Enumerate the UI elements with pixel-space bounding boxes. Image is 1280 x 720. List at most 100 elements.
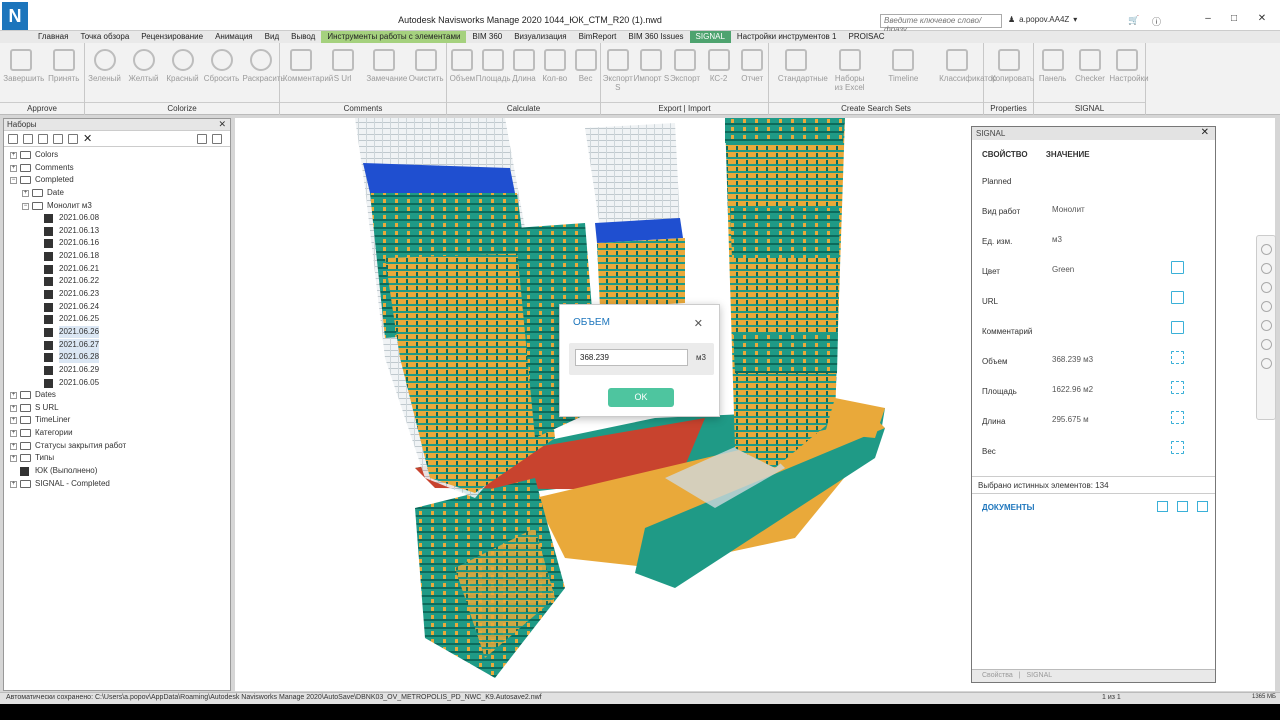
tree-item[interactable]: ЮК (Выполнено) [4, 465, 230, 478]
look-icon[interactable] [1260, 320, 1272, 331]
expand-icon[interactable]: + [10, 404, 17, 412]
tab-9[interactable]: BimReport [573, 31, 623, 43]
collapse-icon[interactable]: − [22, 202, 29, 210]
close-window-button[interactable]: ✕ [1252, 13, 1272, 24]
tree-item[interactable]: 2021.06.08 [4, 212, 230, 225]
ribbon-button-1-0[interactable]: Зеленый [87, 49, 123, 83]
zoom-icon[interactable] [1260, 282, 1272, 293]
tree-item[interactable]: 2021.06.27 [4, 338, 230, 352]
edit-icon[interactable] [1171, 291, 1184, 304]
add-comment-icon[interactable] [68, 133, 78, 144]
tab-7[interactable]: BIM 360 [466, 31, 508, 43]
orbit-icon[interactable] [1260, 301, 1272, 312]
ribbon-button-4-2[interactable]: Экспорт [667, 49, 703, 83]
ribbon-button-1-1[interactable]: Желтый [126, 49, 162, 83]
dialog-close-button[interactable]: ✕ [694, 317, 703, 330]
tree-item[interactable]: 2021.06.23 [4, 288, 230, 301]
ribbon-button-7-2[interactable]: Настройки [1109, 49, 1149, 83]
ribbon-button-3-4[interactable]: Вес [568, 49, 604, 83]
expand-icon[interactable]: + [22, 189, 29, 197]
expand-icon[interactable]: + [10, 442, 17, 450]
import-export-icon[interactable] [212, 133, 223, 144]
open-document-icon[interactable] [1197, 501, 1208, 512]
cart-icon[interactable]: 🛒 [1128, 15, 1139, 26]
ribbon-button-2-0[interactable]: Комментарий [283, 49, 333, 83]
edit-icon[interactable] [1171, 321, 1184, 334]
delete-icon[interactable]: ✕ [83, 133, 92, 144]
maximize-button[interactable]: □ [1224, 13, 1244, 24]
ribbon-button-5-3[interactable]: Классификатор [939, 49, 997, 83]
calculate-icon[interactable] [1171, 411, 1184, 424]
ribbon-button-2-3[interactable]: Очистить [408, 49, 444, 83]
expand-icon[interactable]: + [10, 152, 17, 159]
ribbon-button-0-0[interactable]: Завершить [3, 49, 44, 83]
add-document-icon[interactable] [1157, 501, 1168, 512]
tab-3[interactable]: Анимация [209, 31, 259, 43]
ribbon-button-1-2[interactable]: Красный [165, 49, 201, 83]
tab-13[interactable]: PROISAC [842, 31, 890, 43]
ribbon-button-4-4[interactable]: Отчет [734, 49, 770, 83]
ok-button[interactable]: OK [608, 388, 674, 407]
tree-item[interactable]: + Типы [4, 452, 230, 465]
minimize-button[interactable]: – [1198, 13, 1218, 24]
tab-4[interactable]: Вид [259, 31, 285, 43]
walk-icon[interactable] [1260, 339, 1272, 350]
ribbon-button-2-1[interactable]: S Url [325, 49, 361, 83]
pan-icon[interactable] [1260, 263, 1272, 274]
tree-item[interactable]: + SIGNAL - Completed [4, 478, 230, 491]
tab-1[interactable]: Точка обзора [74, 31, 135, 43]
calculate-icon[interactable] [1171, 441, 1184, 454]
tree-item[interactable]: 2021.06.21 [4, 263, 230, 276]
ribbon-button-4-3[interactable]: КС-2 [701, 49, 737, 83]
ribbon-button-7-1[interactable]: Checker [1072, 49, 1108, 83]
expand-icon[interactable]: + [10, 480, 17, 488]
tree-item[interactable]: − Монолит м3 [4, 200, 230, 213]
select-icon[interactable] [1260, 358, 1272, 369]
ribbon-button-1-3[interactable]: Сбросить [204, 49, 240, 83]
expand-icon[interactable]: + [10, 164, 17, 172]
tab-10[interactable]: BIM 360 Issues [622, 31, 689, 43]
tab-5[interactable]: Вывод [285, 31, 321, 43]
tree-item[interactable]: − Completed [4, 174, 230, 187]
tree-item[interactable]: 2021.06.05 [4, 377, 230, 390]
expand-icon[interactable]: + [10, 392, 17, 400]
help-icon[interactable]: ⓘ [1152, 15, 1161, 28]
expand-icon[interactable]: + [10, 430, 17, 438]
collapse-icon[interactable]: − [10, 177, 17, 185]
tree-item[interactable]: + TimeLiner [4, 414, 230, 427]
duplicate-icon[interactable] [53, 133, 63, 144]
tree-item[interactable]: + Статусы закрытия работ [4, 440, 230, 453]
tree-item[interactable]: 2021.06.13 [4, 225, 230, 238]
tree-item[interactable]: 2021.06.29 [4, 364, 230, 377]
calculate-icon[interactable] [1171, 381, 1184, 394]
tree-item[interactable]: 2021.06.18 [4, 250, 230, 263]
edit-icon[interactable] [1171, 261, 1184, 274]
tree-item[interactable]: 2021.06.28 [4, 351, 230, 364]
ribbon-button-4-0[interactable]: Экспорт S [600, 49, 636, 92]
expand-icon[interactable]: + [10, 455, 17, 463]
tab-0[interactable]: Главная [32, 31, 74, 43]
save-search-icon[interactable] [23, 133, 33, 144]
ribbon-button-5-1[interactable]: Наборы из Excel [832, 49, 868, 92]
ribbon-button-5-0[interactable]: Стандартные [778, 49, 828, 83]
link-document-icon[interactable] [1177, 501, 1188, 512]
tree-item[interactable]: + Dates [4, 389, 230, 402]
ribbon-button-0-1[interactable]: Принять [46, 49, 82, 83]
tree-item[interactable]: + S URL [4, 402, 230, 415]
ribbon-button-5-2[interactable]: Timeline [885, 49, 921, 83]
new-folder-icon[interactable] [38, 133, 48, 144]
ribbon-button-6-0[interactable]: Копировать [991, 49, 1034, 83]
tab-6[interactable]: Инструменты работы с элементами [321, 31, 467, 43]
tab-signal[interactable]: SIGNAL [1026, 672, 1052, 679]
tree-item[interactable]: + Colors [4, 149, 230, 162]
volume-value-field[interactable]: 368.239 [575, 349, 688, 366]
ribbon-button-7-0[interactable]: Панель [1035, 49, 1071, 83]
close-icon[interactable]: ✕ [218, 119, 226, 130]
expand-icon[interactable]: + [10, 417, 17, 425]
save-selection-icon[interactable] [8, 133, 18, 144]
steering-wheel-icon[interactable] [1260, 244, 1272, 255]
tab-8[interactable]: Визуализация [508, 31, 572, 43]
sort-icon[interactable] [197, 133, 208, 144]
tree-item[interactable]: 2021.06.26 [4, 325, 230, 339]
tab-12[interactable]: Настройки инструментов 1 [731, 31, 843, 43]
